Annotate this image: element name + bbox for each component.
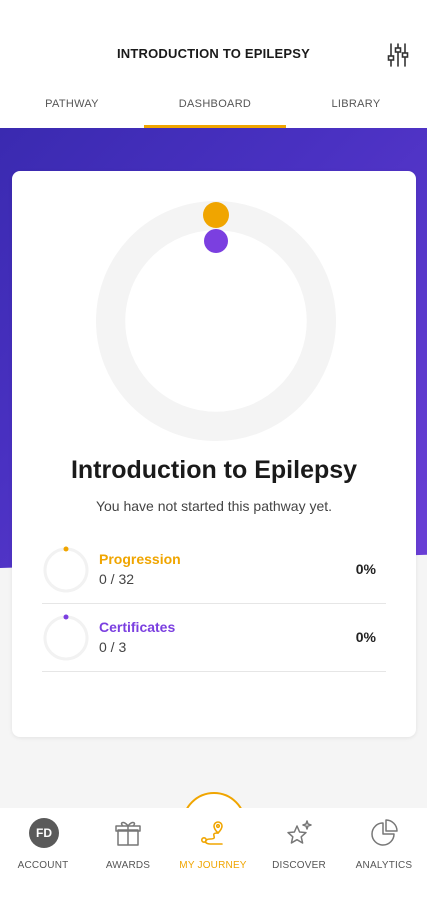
nav-label: ANALYTICS [355,860,413,871]
card-subtitle: You have not started this pathway yet. [95,498,333,514]
avatar: FD [29,818,59,848]
certificates-ring-marker [204,229,228,253]
star-icon [287,820,312,844]
nav-label: AWARDS [105,860,151,871]
card-title: Introduction to Epilepsy [70,456,358,484]
stat-row-certificates[interactable]: Certificates 0 / 3 0% [42,604,386,672]
stat-count: 0 / 3 [99,639,127,655]
nav-analytics[interactable]: ANALYTICS [344,816,424,886]
sliders-icon[interactable] [386,42,410,68]
tab-pathway[interactable]: PATHWAY [30,98,114,110]
progression-mini-ring [43,546,89,593]
active-tab-indicator [144,125,286,128]
pie-chart-icon [371,819,398,846]
stat-label: Certificates [99,619,176,635]
nav-my-journey[interactable]: MY JOURNEY [173,816,253,886]
tab-bar: PATHWAY DASHBOARD LIBRARY [0,88,427,128]
nav-label: DISCOVER [272,860,326,871]
stat-label: Progression [99,551,181,567]
certificates-mini-ring [43,614,89,661]
journey-icon [200,821,223,845]
stat-row-progression[interactable]: Progression 0 / 32 0% [42,536,386,604]
pathway-dashboard-card: Introduction to Epilepsy You have not st… [12,171,416,737]
nav-label: ACCOUNT [17,860,69,871]
tab-library[interactable]: LIBRARY [316,98,396,110]
progression-ring-marker [203,202,229,228]
stat-percent: 0% [355,629,376,645]
nav-account[interactable]: FD ACCOUNT [3,816,83,886]
nav-awards[interactable]: AWARDS [88,816,168,886]
progress-ring [96,201,336,441]
nav-label: MY JOURNEY [179,860,247,871]
top-app-bar: INTRODUCTION TO EPILEPSY PATHWAY DASHBOA… [0,0,427,128]
bottom-navigation: FD ACCOUNT AWARDS MY JOURNEY DISCOVER AN… [0,808,427,900]
gift-icon [115,821,141,846]
stat-percent: 0% [355,561,376,577]
page-title: INTRODUCTION TO EPILEPSY [116,46,311,61]
stat-count: 0 / 32 [99,571,135,587]
tab-dashboard[interactable]: DASHBOARD [144,98,286,110]
nav-discover[interactable]: DISCOVER [259,816,339,886]
